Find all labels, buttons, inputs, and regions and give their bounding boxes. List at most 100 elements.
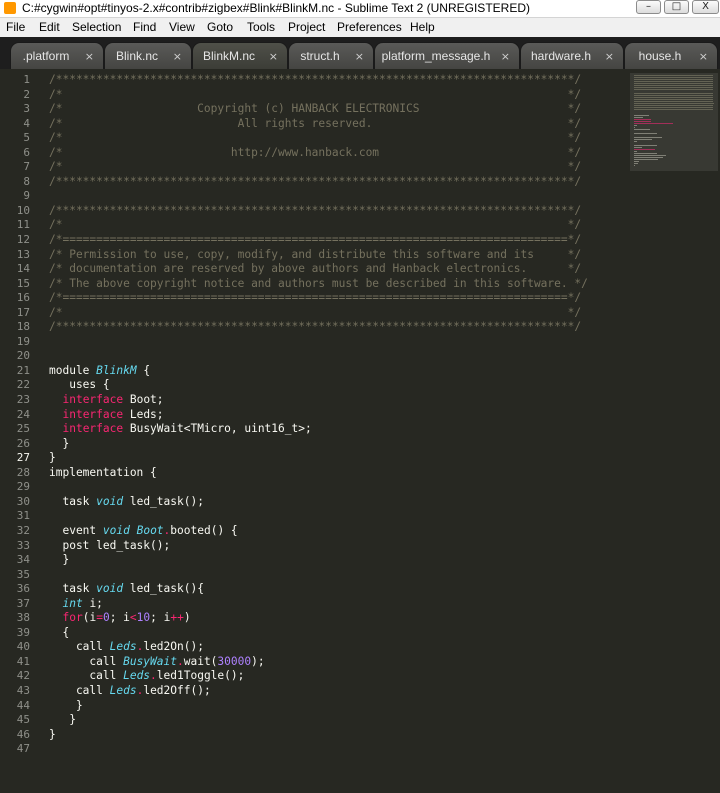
code-line[interactable]: task void led_task(); <box>49 495 588 510</box>
code-line[interactable]: /*======================================… <box>49 233 588 248</box>
code-token: ); <box>251 654 265 668</box>
code-line[interactable]: /***************************************… <box>49 320 588 335</box>
code-line[interactable]: /* http://www.hanback.com */ <box>49 146 588 161</box>
minimap-line <box>634 137 662 138</box>
line-number: 4 <box>23 116 30 130</box>
menu-project[interactable]: Project <box>288 18 325 37</box>
code-line[interactable]: call Leds.led1Toggle(); <box>49 669 588 684</box>
code-line[interactable]: /* documentation are reserved by above a… <box>49 262 588 277</box>
code-token: led2Off(); <box>143 683 211 697</box>
menu-goto[interactable]: Goto <box>207 18 233 37</box>
tab-close-icon[interactable]: × <box>269 43 278 70</box>
menu-edit[interactable]: Edit <box>39 18 60 37</box>
code-token: /* documentation are reserved by above a… <box>49 262 582 276</box>
tab-struct-h[interactable]: struct.h × <box>288 42 374 69</box>
code-line[interactable]: event void Boot.booted() { <box>49 524 588 539</box>
code-line[interactable]: /* Permission to use, copy, modify, and … <box>49 248 588 263</box>
code-line[interactable]: call Leds.led2On(); <box>49 640 588 655</box>
code-line[interactable] <box>49 568 588 583</box>
menu-file[interactable]: File <box>6 18 25 37</box>
code-line[interactable] <box>49 335 588 350</box>
code-line[interactable]: } <box>49 713 588 728</box>
menu-selection[interactable]: Selection <box>72 18 121 37</box>
tab-close-icon[interactable]: × <box>699 43 708 70</box>
menu-find[interactable]: Find <box>133 18 156 37</box>
code-line[interactable]: } <box>49 451 588 466</box>
code-token: call <box>49 669 124 683</box>
tab-close-icon[interactable]: × <box>355 43 364 70</box>
code-line[interactable]: /* All rights reserved. */ <box>49 117 588 132</box>
code-line[interactable]: int i; <box>49 597 588 612</box>
tab-label: Blink.nc <box>115 49 159 63</box>
code-line[interactable] <box>49 480 588 495</box>
code-line[interactable]: interface BusyWait<TMicro, uint16_t>; <box>49 422 588 437</box>
code-line[interactable] <box>49 742 588 757</box>
code-line[interactable]: /*======================================… <box>49 291 588 306</box>
minimap-line <box>634 147 642 148</box>
close-button[interactable]: X <box>692 0 719 14</box>
menu-preferences[interactable]: Preferences <box>337 18 402 37</box>
code-token: led1Toggle(); <box>156 669 245 683</box>
code-line[interactable]: uses { <box>49 378 588 393</box>
code-line[interactable]: interface Boot; <box>49 393 588 408</box>
minimize-button[interactable]: – <box>636 0 661 14</box>
code-line[interactable]: /* */ <box>49 131 588 146</box>
code-line[interactable]: /* Copyright (c) HANBACK ELECTRONICS */ <box>49 102 588 117</box>
code-line[interactable]: { <box>49 626 588 641</box>
code-line[interactable]: /***************************************… <box>49 73 588 88</box>
editor-pane[interactable]: 1 2 3 4 5 6 7 8 9 10 11 12 13 14 15 16 17 18 19 20 21 22 23 24 2… <box>0 69 720 793</box>
code-line[interactable]: interface Leds; <box>49 408 588 423</box>
code-line[interactable]: /* */ <box>49 218 588 233</box>
tab-house-h[interactable]: house.h × <box>624 42 718 69</box>
code-token: led_task(); <box>123 494 204 508</box>
code-line[interactable]: post led_task(); <box>49 539 588 554</box>
code-line[interactable]: /***************************************… <box>49 204 588 219</box>
tab-blink-nc[interactable]: Blink.nc × <box>104 42 192 69</box>
code-token: /* */ <box>49 87 582 101</box>
code-token: /* http://www.hanback.com */ <box>49 145 582 159</box>
tab-blinkm-nc[interactable]: BlinkM.nc × <box>192 42 288 69</box>
code-line[interactable] <box>49 509 588 524</box>
minimap-line <box>634 117 643 118</box>
code-line[interactable]: /* */ <box>49 160 588 175</box>
code-token: /***************************************… <box>49 174 582 188</box>
code-line[interactable]: /* The above copyright notice and author… <box>49 277 588 292</box>
code-line[interactable] <box>49 349 588 364</box>
code-token: implementation { <box>49 465 157 479</box>
code-line[interactable]: call BusyWait.wait(30000); <box>49 655 588 670</box>
code-line[interactable]: } <box>49 699 588 714</box>
code-line[interactable]: } <box>49 437 588 452</box>
menu-tools[interactable]: Tools <box>247 18 275 37</box>
code-line[interactable]: call Leds.led2Off(); <box>49 684 588 699</box>
code-line[interactable]: /* */ <box>49 306 588 321</box>
code-token: ; i <box>150 611 171 625</box>
tab-hardware-h[interactable]: hardware.h × <box>520 42 624 69</box>
line-number: 45 <box>16 713 30 727</box>
code-line[interactable]: } <box>49 728 588 743</box>
code-line[interactable]: implementation { <box>49 466 588 481</box>
tab-close-icon[interactable]: × <box>501 43 510 70</box>
code-token: call <box>49 683 110 697</box>
line-number: 42 <box>16 669 30 683</box>
code-line[interactable]: } <box>49 553 588 568</box>
code-line[interactable]: /* */ <box>49 88 588 103</box>
code-line[interactable]: /***************************************… <box>49 175 588 190</box>
code-line[interactable] <box>49 189 588 204</box>
tab-close-icon[interactable]: × <box>605 43 614 70</box>
code-token: uses { <box>49 378 110 392</box>
code-area[interactable]: /***************************************… <box>49 73 588 757</box>
minimap[interactable] <box>630 73 718 171</box>
maximize-button[interactable]: □ <box>664 0 689 14</box>
menu-help[interactable]: Help <box>410 18 435 37</box>
tab-platform-message-h[interactable]: platform_message.h × <box>374 42 520 69</box>
menu-view[interactable]: View <box>169 18 195 37</box>
code-line[interactable]: task void led_task(){ <box>49 582 588 597</box>
tab-close-icon[interactable]: × <box>85 43 94 70</box>
code-line[interactable]: module BlinkM { <box>49 364 588 379</box>
tab-close-icon[interactable]: × <box>173 43 182 70</box>
tab-platform[interactable]: .platform × <box>10 42 104 69</box>
code-line[interactable]: for(i=0; i<10; i++) <box>49 611 588 626</box>
minimap-line <box>634 109 713 110</box>
code-token: void <box>96 494 124 508</box>
